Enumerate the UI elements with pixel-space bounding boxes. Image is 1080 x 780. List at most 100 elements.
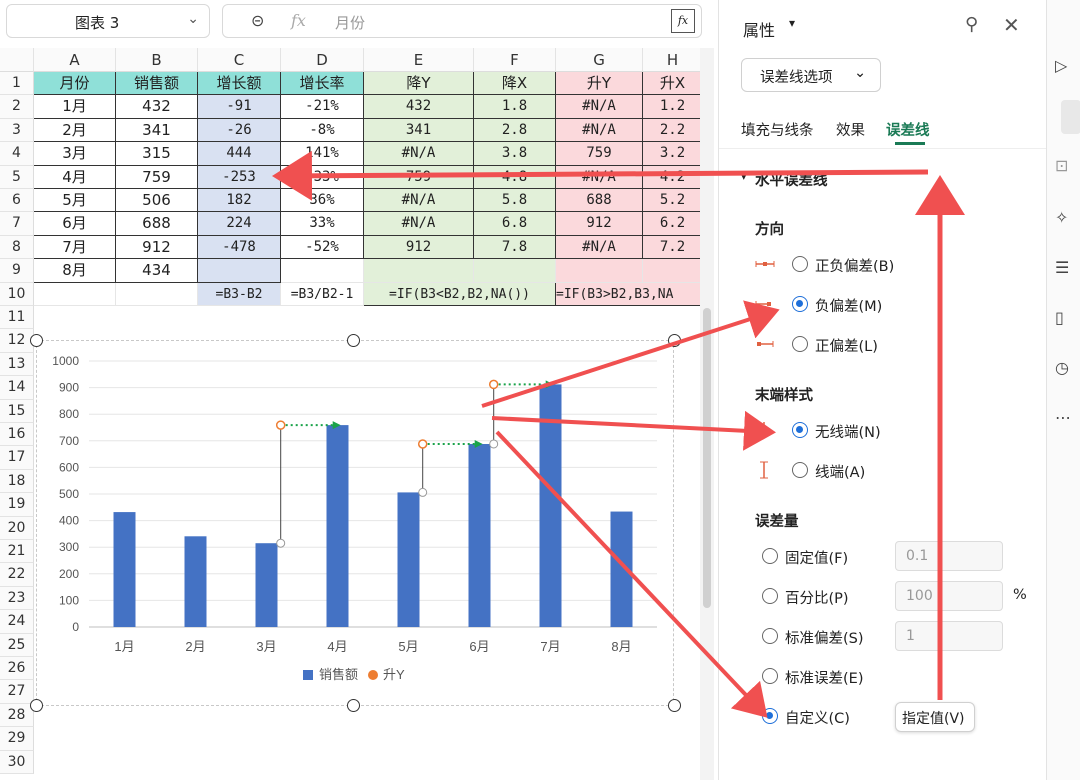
- row-header[interactable]: 22: [0, 563, 34, 587]
- table-cell[interactable]: -33%: [281, 165, 364, 189]
- format-icon[interactable]: ⊡: [1055, 156, 1077, 178]
- scrollbar-thumb[interactable]: [703, 308, 711, 608]
- label-minus[interactable]: 负偏差(M): [815, 295, 882, 316]
- column-header[interactable]: F: [474, 48, 556, 72]
- radio-percent[interactable]: [762, 588, 778, 604]
- table-cell[interactable]: -253: [198, 165, 281, 189]
- row-header[interactable]: 30: [0, 750, 34, 774]
- table-cell[interactable]: -8%: [281, 118, 364, 143]
- table-cell[interactable]: #N/A: [364, 189, 474, 213]
- table-cell[interactable]: =IF(B3<B2,B2,NA()): [364, 282, 556, 306]
- row-header[interactable]: 23: [0, 586, 34, 611]
- insert-function-icon[interactable]: fx: [671, 9, 695, 33]
- formula-value[interactable]: 月份: [335, 12, 365, 33]
- clock-icon[interactable]: ◷: [1055, 358, 1077, 380]
- row-header[interactable]: 1: [0, 72, 34, 96]
- table-cell[interactable]: [556, 259, 643, 283]
- table-cell[interactable]: 36%: [281, 189, 364, 213]
- table-cell[interactable]: 759: [364, 165, 474, 189]
- column-header[interactable]: B: [116, 48, 198, 72]
- table-cell[interactable]: #N/A: [556, 165, 643, 189]
- table-cell[interactable]: 688: [116, 212, 198, 236]
- table-cell[interactable]: 434: [116, 259, 198, 283]
- radio-cap[interactable]: [792, 462, 808, 478]
- table-cell[interactable]: #N/A: [556, 95, 643, 119]
- chart-resize-handle[interactable]: [668, 334, 681, 347]
- chart-area[interactable]: 0 100 200 300 400 500 600 700 800 900 1000 1月 2月 3月 4月…: [36, 340, 674, 706]
- table-cell[interactable]: =IF(B3>B2,B3,NA: [556, 282, 703, 306]
- row-header[interactable]: 3: [0, 118, 34, 143]
- close-icon[interactable]: ✕: [1003, 13, 1020, 37]
- table-cell[interactable]: -52%: [281, 235, 364, 260]
- table-cell[interactable]: 5.8: [474, 189, 556, 213]
- table-cell[interactable]: =B3-B2: [198, 282, 281, 306]
- pointer-icon[interactable]: ▷: [1055, 56, 1077, 78]
- table-cell[interactable]: =B3/B2-1: [281, 282, 364, 306]
- table-cell[interactable]: 8月: [34, 259, 116, 283]
- chart-resize-handle[interactable]: [347, 334, 360, 347]
- stddev-input[interactable]: 1: [895, 621, 1003, 651]
- table-cell[interactable]: 4月: [34, 165, 116, 189]
- table-cell[interactable]: #N/A: [364, 212, 474, 236]
- row-header[interactable]: 16: [0, 423, 34, 447]
- table-cell[interactable]: [116, 282, 198, 306]
- label-percent[interactable]: 百分比(P): [785, 587, 849, 608]
- row-header[interactable]: 2: [0, 95, 34, 119]
- row-header[interactable]: 29: [0, 727, 34, 751]
- row-header[interactable]: 17: [0, 446, 34, 470]
- table-cell[interactable]: 182: [198, 189, 281, 213]
- table-cell[interactable]: 7月: [34, 235, 116, 260]
- row-header[interactable]: 11: [0, 306, 34, 330]
- table-cell[interactable]: 增长率: [281, 72, 364, 96]
- row-header[interactable]: 27: [0, 680, 34, 704]
- table-cell[interactable]: 141%: [281, 142, 364, 166]
- table-cell[interactable]: [198, 259, 281, 283]
- table-cell[interactable]: 5月: [34, 189, 116, 213]
- table-cell[interactable]: [281, 259, 364, 283]
- table-cell[interactable]: 912: [556, 212, 643, 236]
- row-header[interactable]: 10: [0, 282, 34, 306]
- table-cell[interactable]: 7.8: [474, 235, 556, 260]
- row-header[interactable]: 5: [0, 165, 34, 189]
- row-header[interactable]: 13: [0, 352, 34, 377]
- row-header[interactable]: 19: [0, 493, 34, 517]
- row-header[interactable]: 24: [0, 610, 34, 634]
- table-cell[interactable]: 506: [116, 189, 198, 213]
- vertical-scrollbar[interactable]: [700, 48, 714, 780]
- row-header[interactable]: 12: [0, 329, 34, 353]
- row-header[interactable]: 4: [0, 142, 34, 166]
- table-cell[interactable]: 7.2: [643, 235, 703, 260]
- column-header[interactable]: D: [281, 48, 364, 72]
- table-cell[interactable]: 3.8: [474, 142, 556, 166]
- radio-stderr[interactable]: [762, 668, 778, 684]
- label-both[interactable]: 正负偏差(B): [815, 255, 894, 276]
- table-cell[interactable]: 912: [116, 235, 198, 260]
- row-header[interactable]: 7: [0, 212, 34, 236]
- table-cell[interactable]: -478: [198, 235, 281, 260]
- select-all-corner[interactable]: [0, 48, 34, 72]
- table-cell[interactable]: 4.2: [643, 165, 703, 189]
- table-cell[interactable]: 224: [198, 212, 281, 236]
- chart-resize-handle[interactable]: [30, 699, 43, 712]
- table-cell[interactable]: #N/A: [556, 118, 643, 143]
- radio-custom[interactable]: [762, 708, 778, 724]
- table-cell[interactable]: 688: [556, 189, 643, 213]
- table-cell[interactable]: -21%: [281, 95, 364, 119]
- label-custom[interactable]: 自定义(C): [785, 707, 850, 728]
- row-header[interactable]: 20: [0, 516, 34, 540]
- radio-minus[interactable]: [792, 296, 808, 312]
- error-bar-options-dropdown[interactable]: 误差线选项 ⌄: [741, 58, 881, 92]
- table-cell[interactable]: 升X: [643, 72, 703, 96]
- table-cell[interactable]: 4.8: [474, 165, 556, 189]
- radio-stddev[interactable]: [762, 628, 778, 644]
- chart-resize-handle[interactable]: [668, 699, 681, 712]
- table-cell[interactable]: #N/A: [556, 235, 643, 260]
- column-header[interactable]: H: [643, 48, 703, 72]
- row-header[interactable]: 8: [0, 235, 34, 260]
- column-header[interactable]: A: [34, 48, 116, 72]
- radio-fixed[interactable]: [762, 548, 778, 564]
- row-header[interactable]: 18: [0, 469, 34, 494]
- label-fixed[interactable]: 固定值(F): [785, 547, 848, 568]
- style-icon[interactable]: ☰: [1055, 258, 1077, 280]
- table-cell[interactable]: 1月: [34, 95, 116, 119]
